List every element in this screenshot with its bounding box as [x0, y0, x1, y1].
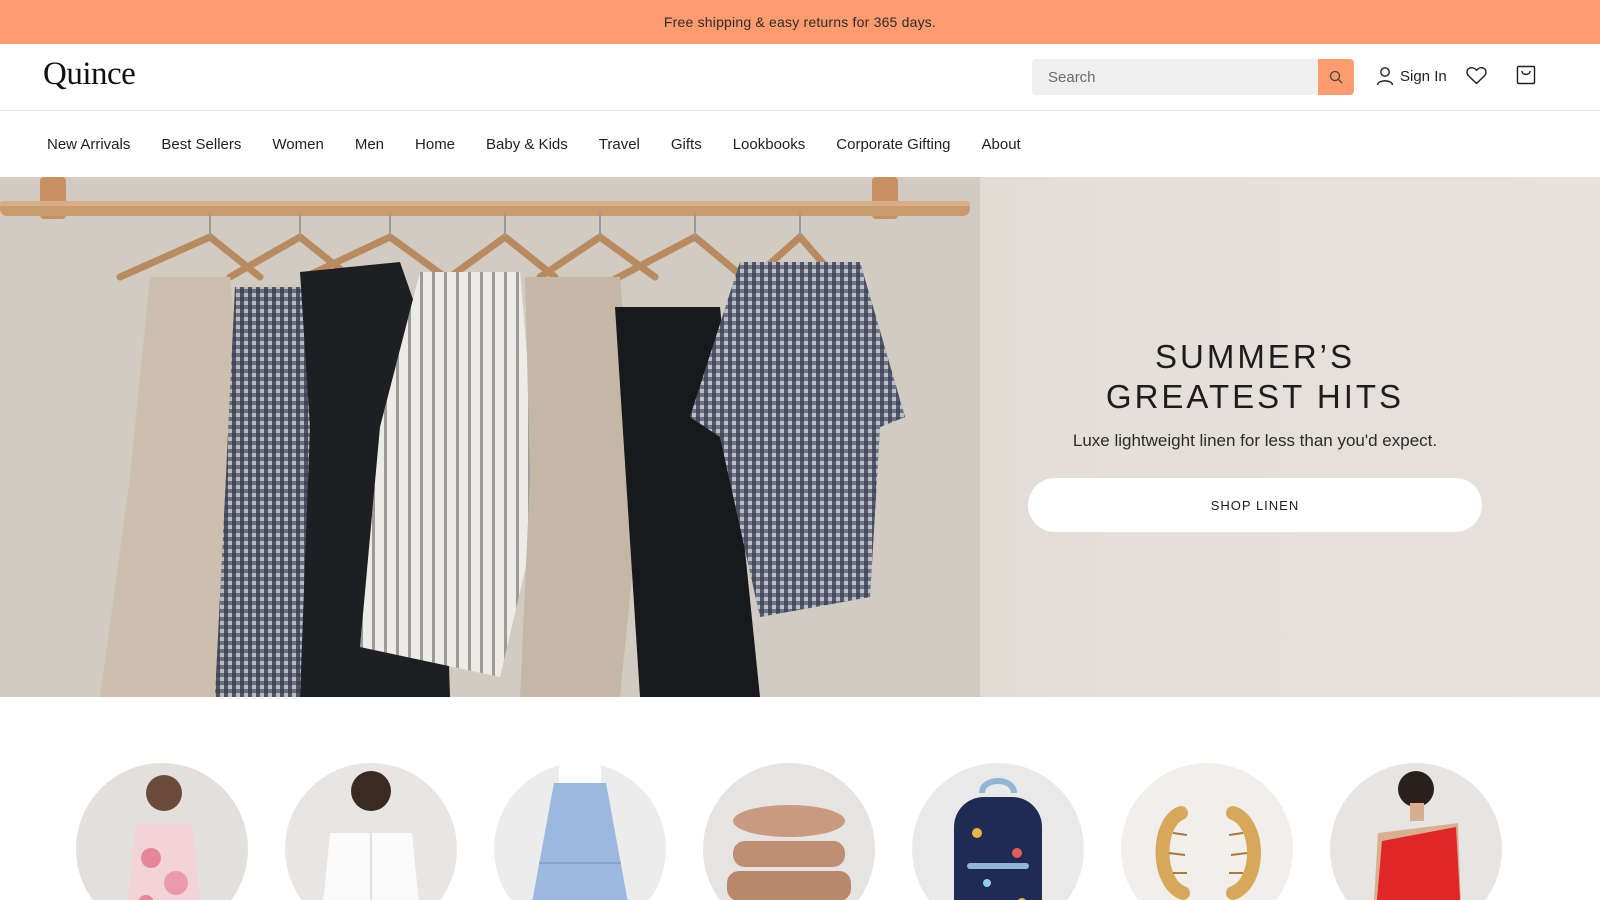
search-input[interactable]	[1032, 59, 1318, 95]
category-image	[1155, 806, 1261, 900]
search-bar	[1032, 59, 1354, 95]
nav-item-best-sellers[interactable]: Best Sellers	[161, 136, 241, 153]
nav-item-baby-kids[interactable]: Baby & Kids	[486, 136, 568, 153]
category-circle-shirt[interactable]	[285, 763, 457, 900]
hero-subtitle: Luxe lightweight linen for less than you…	[1072, 431, 1438, 450]
nav-item-home[interactable]: Home	[415, 136, 455, 153]
nav-item-travel[interactable]: Travel	[599, 136, 640, 153]
category-image	[323, 771, 419, 900]
hero-title: SUMMER’S GREATEST HITS	[1028, 337, 1482, 417]
category-image	[127, 775, 201, 900]
nav-item-corporate-gifting[interactable]: Corporate Gifting	[836, 136, 950, 153]
category-image	[954, 778, 1042, 900]
nav-item-new-arrivals[interactable]: New Arrivals	[47, 136, 130, 153]
category-circle-bedding[interactable]	[703, 763, 875, 900]
cart-icon	[1516, 65, 1536, 85]
category-circle-dress[interactable]	[76, 763, 248, 900]
logo[interactable]: Quince	[43, 56, 136, 93]
sign-in-link[interactable]: Sign In	[1376, 66, 1447, 86]
category-circle-jewelry[interactable]	[1121, 763, 1293, 900]
hero-image[interactable]	[0, 177, 980, 697]
site-header: Quince Sign In	[0, 44, 1600, 111]
category-circle-backpack[interactable]	[912, 763, 1084, 900]
hero-copy: SUMMER’S GREATEST HITS Luxe lightweight …	[1028, 337, 1482, 532]
category-image	[727, 805, 851, 900]
hero-title-line2: GREATEST HITS	[1105, 378, 1405, 415]
user-icon	[1376, 67, 1394, 86]
promo-text: Free shipping & easy returns for 365 day…	[663, 14, 937, 30]
category-row	[0, 697, 1600, 900]
category-circle-skirt[interactable]	[494, 763, 666, 900]
cart-button[interactable]	[1516, 65, 1536, 90]
category-image	[1374, 771, 1461, 900]
search-icon	[1329, 70, 1343, 84]
heart-icon	[1466, 66, 1487, 85]
main-nav: New Arrivals Best Sellers Women Men Home…	[0, 111, 1600, 177]
nav-item-women[interactable]: Women	[272, 136, 323, 153]
shop-linen-button[interactable]: SHOP LINEN	[1028, 478, 1482, 532]
nav-item-about[interactable]: About	[982, 136, 1021, 153]
category-image	[532, 763, 628, 900]
hero-title-line1: SUMMER’S	[1154, 338, 1355, 375]
hero-banner: SUMMER’S GREATEST HITS Luxe lightweight …	[0, 177, 1600, 697]
sign-in-label: Sign In	[1400, 67, 1447, 85]
nav-item-lookbooks[interactable]: Lookbooks	[733, 136, 806, 153]
category-circle-swimwear[interactable]	[1330, 763, 1502, 900]
nav-item-gifts[interactable]: Gifts	[671, 136, 702, 153]
promo-banner: Free shipping & easy returns for 365 day…	[0, 0, 1600, 44]
wishlist-button[interactable]	[1466, 66, 1487, 90]
search-button[interactable]	[1318, 59, 1354, 95]
nav-item-men[interactable]: Men	[355, 136, 384, 153]
